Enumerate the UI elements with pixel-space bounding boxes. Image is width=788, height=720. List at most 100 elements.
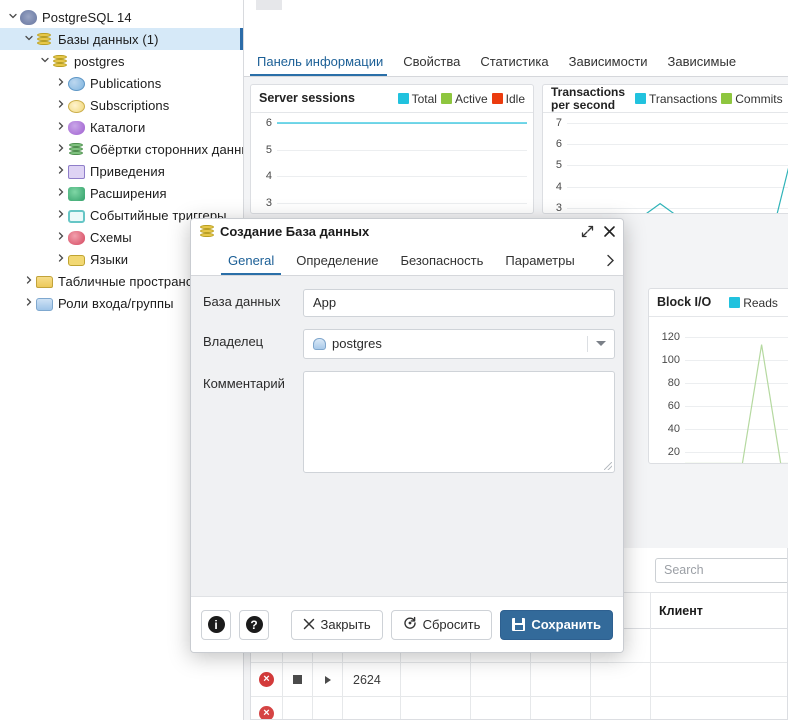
dialog-tab-1[interactable]: Определение [285,253,389,275]
chart-header-transactions: Transactions per second Transactions Com… [543,85,788,113]
foreign-data-wrappers-icon [68,141,85,157]
main-tab-3[interactable]: Зависимости [559,54,658,76]
sidebar-item-7[interactable]: Приведения [0,160,243,182]
help-icon: ? [245,616,263,633]
chevron-right-icon[interactable] [54,121,68,134]
legend-label-reads: Reads [743,295,778,310]
chevron-right-icon[interactable] [54,209,68,222]
chart-panel-block-io: Block I/O Reads 120100806040200 [648,288,788,464]
expand-icon[interactable] [577,221,597,241]
owner-select[interactable]: postgres [303,329,615,359]
save-button-label: Сохранить [531,617,601,632]
main-tab-0[interactable]: Панель информации [244,54,393,76]
chart-panel-server-sessions: Server sessions Total Active Idle 6 5 4 … [250,84,534,214]
sidebar-item-6[interactable]: Обёртки сторонних данных [0,138,243,160]
cell-application [531,697,591,719]
chevron-right-icon[interactable] [54,99,68,112]
dialog-tab-0[interactable]: General [217,253,285,275]
save-button[interactable]: Сохранить [500,609,613,640]
sidebar-item-5[interactable]: Каталоги [0,116,243,138]
sidebar-item-label: Publications [90,75,162,91]
terminate-icon: × [259,672,274,687]
chevron-right-icon[interactable] [54,187,68,200]
dialog-tab-3[interactable]: Параметры [494,253,585,275]
form-row-owner: Владелец postgres [203,329,615,359]
label-database: База данных [203,294,281,309]
chevron-right-icon[interactable] [22,297,36,310]
legend-swatch-idle [491,93,503,104]
main-tab-1[interactable]: Свойства [393,54,470,76]
chevron-right-icon[interactable] [54,231,68,244]
legend-swatch-total [397,93,409,104]
database-icon [36,31,53,47]
chart-title-server-sessions: Server sessions [259,91,355,105]
chevron-right-icon[interactable] [54,165,68,178]
chevron-down-icon[interactable] [6,11,20,24]
event-triggers-icon [68,209,85,223]
table-row[interactable]: × 2624 [251,663,787,697]
dialog-tab-bar[interactable]: General Определение Безопасность Параметры [191,243,623,276]
sidebar-item-8[interactable]: Расширения [0,182,243,204]
database-name-input[interactable]: App [303,289,615,317]
sidebar-item-label: Расширения [90,185,167,201]
chart-series-svg [646,167,788,213]
sidebar-item-4[interactable]: Subscriptions [0,94,243,116]
dialog-titlebar: Создание База данных [191,219,623,243]
terminate-session-button[interactable]: × [251,663,283,696]
reset-button[interactable]: Сбросить [390,609,493,640]
cancel-icon [293,675,302,684]
chevron-down-icon[interactable] [38,55,52,68]
chevron-down-icon[interactable] [22,33,36,46]
close-button[interactable]: Закрыть [290,609,383,640]
search-input[interactable]: Search [655,558,787,583]
publications-icon [68,76,85,91]
chart-plot-server-sessions: 65432 [251,113,533,213]
sidebar-item-1[interactable]: Базы данных (1) [0,28,243,50]
grid-header-client: Клиент [659,604,703,618]
sidebar-item-label: Роли входа/группы [58,295,174,311]
table-row[interactable]: × [251,697,787,719]
expand-row-button[interactable] [313,663,343,696]
cell-application [531,663,591,696]
chevron-right-icon[interactable] [54,143,68,156]
cell-user [471,697,531,719]
main-tab-2[interactable]: Статистика [470,54,558,76]
cancel-query-button[interactable] [283,663,313,696]
sidebar-item-2[interactable]: postgres [0,50,243,72]
sidebar-item-label: Базы данных (1) [58,31,159,47]
chevron-right-icon[interactable] [22,275,36,288]
chart-header-server-sessions: Server sessions Total Active Idle [251,85,533,113]
sidebar-item-3[interactable]: Publications [0,72,243,94]
close-icon[interactable] [599,221,619,241]
database-icon [52,53,69,69]
sidebar-item-label: Схемы [90,229,132,245]
chevron-right-icon[interactable] [54,77,68,90]
legend-item-reads: Reads [729,296,778,310]
sidebar-item-label: Subscriptions [90,97,170,113]
save-disk-icon [512,618,526,631]
chevron-right-icon[interactable] [606,254,615,270]
create-database-dialog[interactable]: Создание База данных General Определение Б… [190,218,624,653]
chart-header-block-io: Block I/O Reads [649,289,788,317]
chart-series-svg [277,122,527,124]
chart-plot-block-io: 120100806040200 [649,317,788,463]
info-button[interactable]: i [201,609,231,640]
main-tab-bar[interactable]: Панель информации Свойства Статистика Завис… [244,45,788,77]
cancel-query-button[interactable] [283,697,313,719]
sidebar-item-0[interactable]: PostgreSQL 14 [0,6,243,28]
main-tab-4[interactable]: Зависимые [658,54,747,76]
comment-textarea[interactable] [303,371,615,473]
chart-panel-transactions: Transactions per second Transactions Com… [542,84,788,214]
chevron-right-icon[interactable] [54,253,68,266]
chevron-down-icon[interactable] [596,341,606,346]
languages-icon [68,255,85,266]
dialog-tab-2[interactable]: Безопасность [389,253,494,275]
terminate-icon: × [259,706,274,719]
help-button[interactable]: ? [239,609,269,640]
legend-label-active: Active [454,91,488,106]
legend-label-commits: Commits [735,91,783,106]
expand-row-button[interactable] [313,697,343,719]
sidebar-item-label: Каталоги [90,119,146,135]
sidebar-item-label: Приведения [90,163,165,179]
terminate-session-button[interactable]: × [251,697,283,719]
